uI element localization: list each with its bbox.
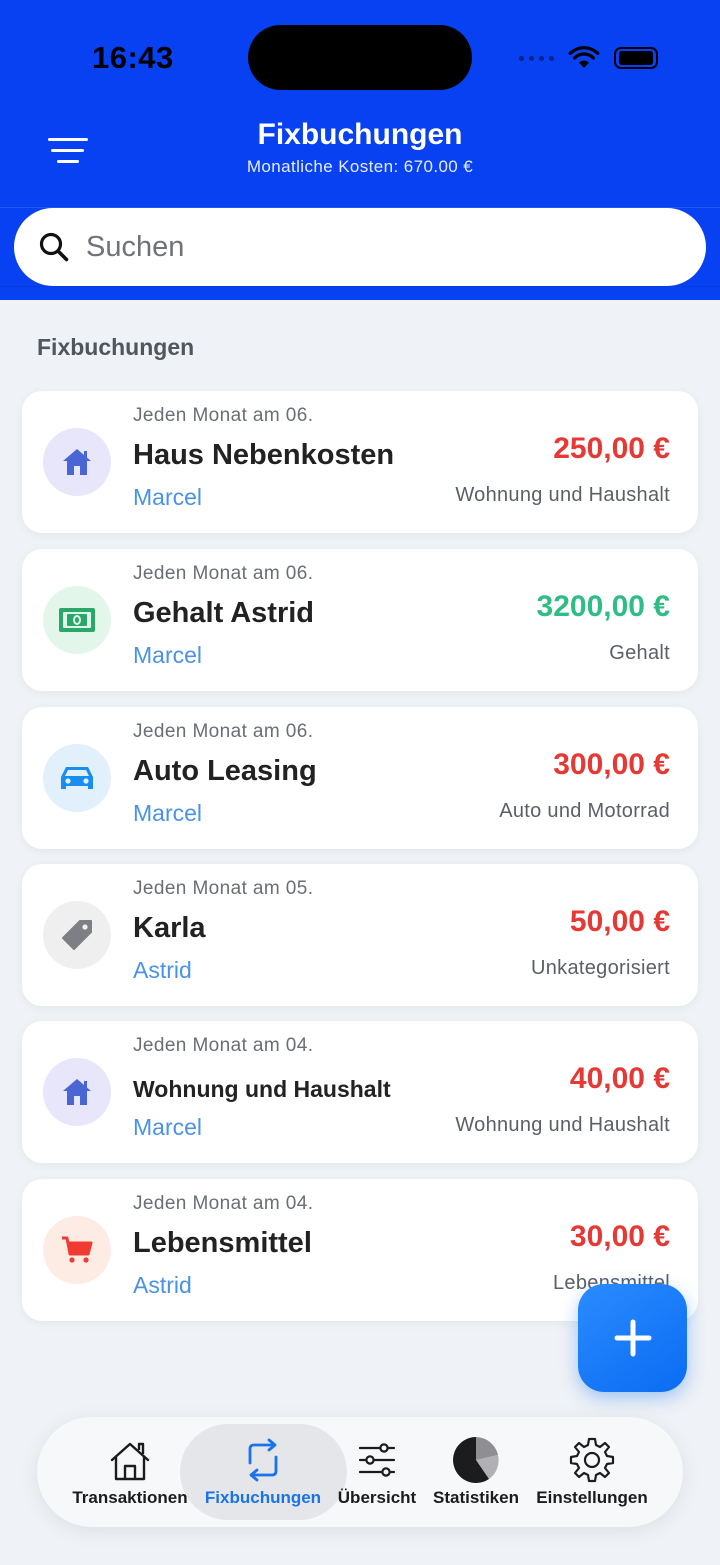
section-title: Fixbuchungen xyxy=(37,334,195,360)
person-name: Astrid xyxy=(133,1272,192,1298)
category-label: Unkategorisiert xyxy=(530,957,670,979)
amount: 50,00 € xyxy=(569,905,670,938)
search-bar[interactable] xyxy=(14,208,706,286)
item-name: Lebensmittel xyxy=(133,1227,312,1259)
person-name: Astrid xyxy=(133,957,192,983)
tab-statistiken[interactable]: Statistiken xyxy=(428,1434,524,1514)
search-divider xyxy=(0,286,720,287)
category-label: Auto und Motorrad xyxy=(499,800,670,822)
amount: 3200,00 € xyxy=(536,590,670,623)
category-label: Wohnung und Haushalt xyxy=(455,1114,670,1136)
search-icon xyxy=(39,232,69,262)
recurring-item-card[interactable]: Jeden Monat am 06. Auto Leasing Marcel 3… xyxy=(22,707,698,849)
status-time: 16:43 xyxy=(92,40,174,75)
frequency-label: Jeden Monat am 05. xyxy=(133,878,314,899)
tab-label: Fixbuchungen xyxy=(204,1488,322,1507)
frequency-label: Jeden Monat am 06. xyxy=(133,563,314,584)
category-icon-circle xyxy=(43,1058,111,1126)
tab-label: Transaktionen xyxy=(72,1488,188,1507)
frequency-label: Jeden Monat am 06. xyxy=(133,405,314,426)
tab-fixbuchungen[interactable]: Fixbuchungen xyxy=(197,1434,329,1514)
wifi-icon xyxy=(568,46,600,68)
frequency-label: Jeden Monat am 04. xyxy=(133,1193,314,1214)
item-name: Wohnung und Haushalt xyxy=(133,1076,391,1102)
pie-chart-icon xyxy=(453,1437,499,1483)
category-label: Wohnung und Haushalt xyxy=(455,484,670,506)
category-label: Gehalt xyxy=(609,642,670,664)
person-name: Marcel xyxy=(133,800,203,826)
plus-icon xyxy=(614,1319,651,1357)
money-icon xyxy=(59,608,95,632)
add-button[interactable] xyxy=(578,1284,687,1392)
tab-label: Übersicht xyxy=(337,1488,417,1507)
category-icon-circle xyxy=(43,1216,111,1284)
category-icon-circle xyxy=(43,428,111,496)
recurring-item-card[interactable]: Jeden Monat am 04. Wohnung und Haushalt … xyxy=(22,1021,698,1163)
signal-dots-icon xyxy=(519,55,554,61)
sliders-icon xyxy=(358,1443,396,1477)
page-title: Fixbuchungen xyxy=(257,118,463,151)
home-outline-icon xyxy=(110,1442,150,1481)
item-name: Haus Nebenkosten xyxy=(133,439,395,471)
tab-label: Einstellungen xyxy=(536,1488,648,1507)
amount: 30,00 € xyxy=(569,1220,670,1253)
amount: 250,00 € xyxy=(553,432,670,465)
person-name: Marcel xyxy=(133,484,203,510)
category-icon-circle xyxy=(43,901,111,969)
monthly-costs-label: Monatliche Kosten: 670.00 € xyxy=(246,157,474,176)
search-input[interactable] xyxy=(86,230,646,264)
car-icon xyxy=(61,767,93,789)
status-icons xyxy=(519,42,658,74)
category-icon-circle xyxy=(43,744,111,812)
tab-label: Statistiken xyxy=(433,1488,519,1507)
house-icon xyxy=(63,1079,91,1105)
person-name: Marcel xyxy=(133,1114,203,1140)
recurring-item-card[interactable]: Jeden Monat am 06. Gehalt Astrid Marcel … xyxy=(22,549,698,691)
repeat-icon xyxy=(248,1438,278,1482)
house-icon xyxy=(63,449,91,475)
amount: 300,00 € xyxy=(553,748,670,781)
tag-icon xyxy=(62,920,92,950)
recurring-item-card[interactable]: Jeden Monat am 06. Haus Nebenkosten Marc… xyxy=(22,391,698,533)
amount: 40,00 € xyxy=(569,1062,670,1095)
battery-icon xyxy=(614,47,658,69)
tab-einstellungen[interactable]: Einstellungen xyxy=(532,1434,652,1514)
gear-icon xyxy=(569,1437,615,1483)
cart-icon xyxy=(62,1236,93,1263)
person-name: Marcel xyxy=(133,642,203,668)
tab-uebersicht[interactable]: Übersicht xyxy=(332,1434,422,1514)
frequency-label: Jeden Monat am 04. xyxy=(133,1035,314,1056)
category-icon-circle xyxy=(43,586,111,654)
home-indicator-area xyxy=(0,1546,720,1565)
tab-transaktionen[interactable]: Transaktionen xyxy=(64,1434,196,1514)
item-name: Gehalt Astrid xyxy=(133,597,315,629)
dynamic-island xyxy=(248,25,472,90)
item-name: Karla xyxy=(133,912,206,944)
recurring-item-card[interactable]: Jeden Monat am 05. Karla Astrid 50,00 € … xyxy=(22,864,698,1006)
item-name: Auto Leasing xyxy=(133,755,317,787)
frequency-label: Jeden Monat am 06. xyxy=(133,721,314,742)
